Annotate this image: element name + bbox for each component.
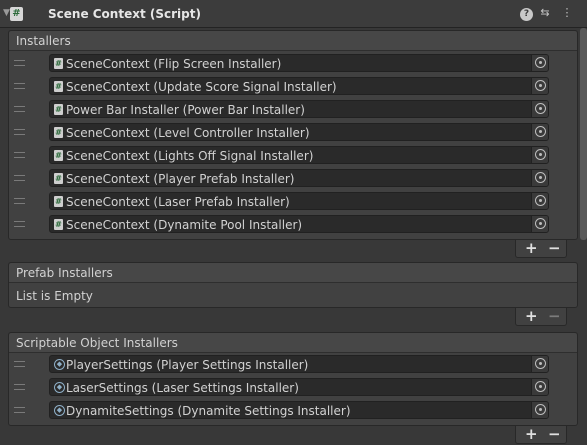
remove-button[interactable]: − — [548, 240, 561, 256]
drag-handle[interactable] — [14, 221, 25, 227]
object-field[interactable]: # SceneContext (Update Score Signal Inst… — [49, 77, 549, 95]
object-picker-button[interactable] — [531, 356, 548, 372]
object-field[interactable]: ◆ PlayerSettings (Player Settings Instal… — [49, 355, 549, 373]
component-title: Scene Context (Script) — [48, 7, 201, 21]
kebab-menu-icon[interactable]: ⋮ — [560, 6, 574, 19]
target-icon — [535, 126, 546, 137]
target-icon — [535, 149, 546, 160]
scriptable-object-installers-header: Scriptable Object Installers — [9, 333, 577, 353]
remove-button: − — [548, 307, 561, 325]
target-icon — [535, 404, 546, 415]
object-picker-button[interactable] — [531, 147, 548, 163]
installers-list: Installers # SceneContext (Flip Screen I… — [8, 30, 578, 240]
add-button[interactable]: + — [525, 426, 538, 442]
target-icon — [535, 195, 546, 206]
script-icon: # — [54, 173, 63, 184]
add-button[interactable]: + — [525, 240, 538, 256]
installers-header: Installers — [9, 31, 577, 51]
target-icon — [535, 172, 546, 183]
help-icon[interactable]: ? — [520, 8, 533, 21]
target-icon — [535, 80, 546, 91]
list-item: ◆ LaserSettings (Laser Settings Installe… — [9, 377, 577, 397]
object-field[interactable]: ◆ DynamiteSettings (Dynamite Settings In… — [49, 401, 549, 419]
list-item: ◆ PlayerSettings (Player Settings Instal… — [9, 354, 577, 374]
list-item: # SceneContext (Level Controller Install… — [9, 122, 577, 142]
list-item: # SceneContext (Laser Prefab Installer) — [9, 191, 577, 211]
object-field[interactable]: # SceneContext (Laser Prefab Installer) — [49, 192, 549, 210]
target-icon — [535, 381, 546, 392]
scriptable-object-icon: ◆ — [54, 359, 65, 370]
list-item: # SceneContext (Dynamite Pool Installer) — [9, 214, 577, 234]
drag-handle[interactable] — [14, 361, 25, 367]
script-icon: # — [54, 58, 63, 69]
target-icon — [535, 358, 546, 369]
prefab-installers-footer: + − — [515, 308, 567, 326]
scriptable-object-icon: ◆ — [54, 382, 65, 393]
list-item: # SceneContext (Update Score Signal Inst… — [9, 76, 577, 96]
script-icon: # — [10, 7, 23, 21]
component-header[interactable]: ▼ # Scene Context (Script) ? ⇆ ⋮ — [0, 0, 587, 28]
script-icon: # — [54, 196, 63, 207]
drag-handle[interactable] — [14, 60, 25, 66]
script-icon: # — [54, 127, 63, 138]
object-picker-button[interactable] — [531, 101, 548, 117]
script-icon: # — [54, 104, 63, 115]
object-field[interactable]: # SceneContext (Flip Screen Installer) — [49, 54, 549, 72]
script-icon: # — [54, 81, 63, 92]
object-field[interactable]: # SceneContext (Lights Off Signal Instal… — [49, 146, 549, 164]
prefab-installers-list: Prefab Installers List is Empty — [8, 262, 578, 308]
scrollbar[interactable] — [580, 28, 587, 240]
foldout-arrow-icon[interactable]: ▼ — [3, 8, 10, 18]
object-field[interactable]: ◆ LaserSettings (Laser Settings Installe… — [49, 378, 549, 396]
list-item: # SceneContext (Flip Screen Installer) — [9, 53, 577, 73]
list-item: ◆ DynamiteSettings (Dynamite Settings In… — [9, 400, 577, 420]
drag-handle[interactable] — [14, 106, 25, 112]
object-field[interactable]: # SceneContext (Level Controller Install… — [49, 123, 549, 141]
target-icon — [535, 103, 546, 114]
presets-icon[interactable]: ⇆ — [538, 6, 552, 19]
script-icon: # — [54, 219, 63, 230]
object-picker-button[interactable] — [531, 216, 548, 232]
object-picker-button[interactable] — [531, 55, 548, 71]
object-field[interactable]: # SceneContext (Dynamite Pool Installer) — [49, 215, 549, 233]
add-button[interactable]: + — [525, 308, 538, 324]
object-picker-button[interactable] — [531, 402, 548, 418]
installers-footer: + − — [515, 240, 567, 258]
target-icon — [535, 57, 546, 68]
list-item: # SceneContext (Lights Off Signal Instal… — [9, 145, 577, 165]
empty-list-text: List is Empty — [16, 289, 93, 303]
object-picker-button[interactable] — [531, 379, 548, 395]
drag-handle[interactable] — [14, 384, 25, 390]
object-field[interactable]: # SceneContext (Player Prefab Installer) — [49, 169, 549, 187]
script-icon: # — [54, 150, 63, 161]
object-field[interactable]: # Power Bar Installer (Power Bar Install… — [49, 100, 549, 118]
list-item: # Power Bar Installer (Power Bar Install… — [9, 99, 577, 119]
drag-handle[interactable] — [14, 175, 25, 181]
scriptable-object-icon: ◆ — [54, 405, 65, 416]
object-picker-button[interactable] — [531, 193, 548, 209]
drag-handle[interactable] — [14, 198, 25, 204]
object-picker-button[interactable] — [531, 78, 548, 94]
remove-button[interactable]: − — [548, 426, 561, 442]
scriptable-object-installers-footer: + − — [515, 426, 567, 444]
drag-handle[interactable] — [14, 152, 25, 158]
scriptable-object-installers-list: Scriptable Object Installers ◆ PlayerSet… — [8, 332, 578, 426]
drag-handle[interactable] — [14, 129, 25, 135]
drag-handle[interactable] — [14, 407, 25, 413]
object-picker-button[interactable] — [531, 124, 548, 140]
object-picker-button[interactable] — [531, 170, 548, 186]
list-item: # SceneContext (Player Prefab Installer) — [9, 168, 577, 188]
prefab-installers-header: Prefab Installers — [9, 263, 577, 283]
target-icon — [535, 218, 546, 229]
drag-handle[interactable] — [14, 83, 25, 89]
